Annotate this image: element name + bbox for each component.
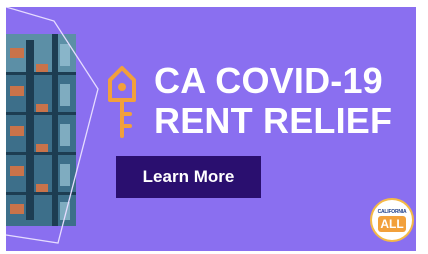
headline-line-2: RENT RELIEF — [154, 100, 393, 141]
logo-top-text: CALIFORNIA — [377, 209, 407, 215]
learn-more-button[interactable]: Learn More — [116, 156, 261, 198]
california-for-all-logo: CALIFORNIA ALL — [372, 200, 412, 240]
headline-line-1: CA COVID-19 — [154, 60, 383, 101]
building-photo — [6, 34, 76, 226]
ad-headline: CA COVID-19 RENT RELIEF — [154, 61, 392, 141]
logo-badge: ALL — [378, 216, 406, 232]
house-key-icon — [108, 66, 136, 138]
rent-relief-ad-banner[interactable]: CA COVID-19 RENT RELIEF Learn More CALIF… — [6, 7, 416, 251]
